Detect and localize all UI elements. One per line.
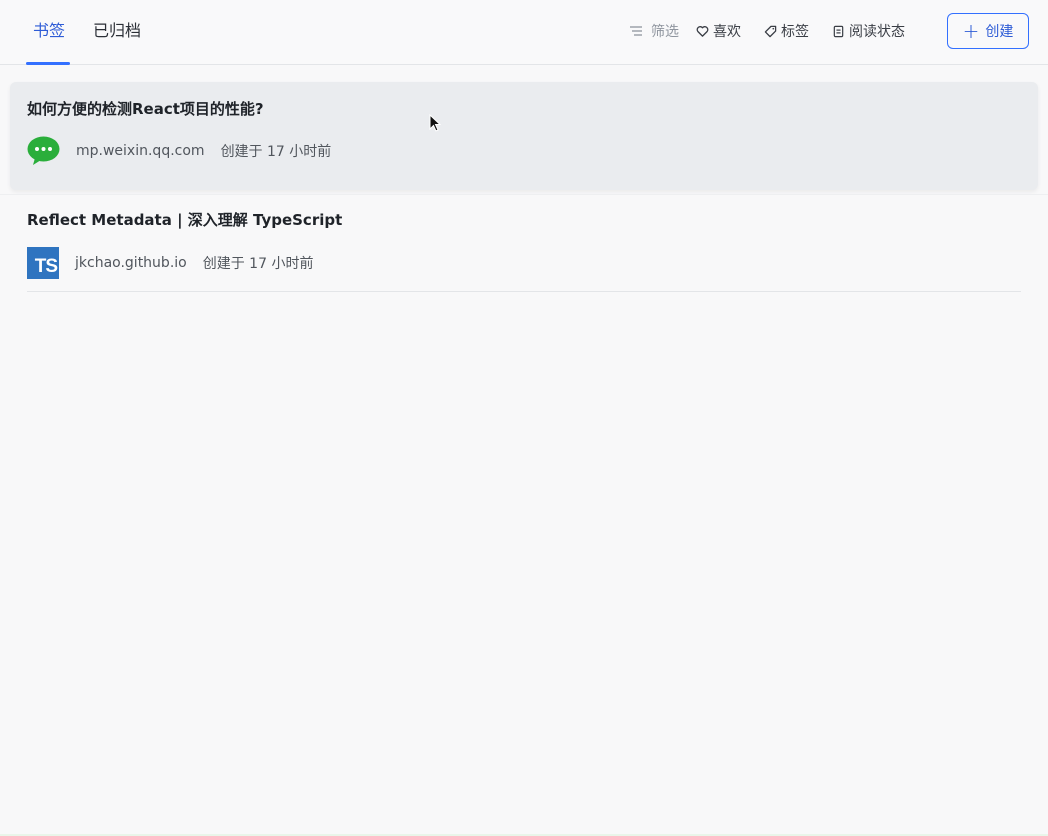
filter-button[interactable]: 筛选 (629, 21, 679, 41)
bookmark-domain: mp.weixin.qq.com (76, 143, 205, 159)
wechat-icon (27, 136, 60, 165)
divider (0, 194, 1048, 195)
mouse-cursor-icon (429, 114, 441, 132)
bookmark-item[interactable]: Reflect Metadata | 深入理解 TypeScript TS jk… (10, 196, 1038, 292)
document-icon (833, 25, 844, 37)
bookmark-created-time: 创建于 17 小时前 (220, 144, 332, 160)
like-label: 喜欢 (713, 24, 741, 40)
tag-label: 标签 (781, 24, 809, 40)
heart-icon (696, 25, 709, 37)
tab-archived[interactable]: 已归档 (93, 20, 141, 42)
tag-button[interactable]: 标签 (764, 21, 809, 41)
top-bar: 书签 已归档 筛选 喜欢 标签 阅读状态 + 创建 (0, 0, 1048, 65)
filter-label: 筛选 (651, 24, 679, 40)
bookmark-title[interactable]: 如何方便的检测React项目的性能? (27, 98, 264, 119)
bookmark-domain: jkchao.github.io (75, 255, 187, 271)
bookmark-meta: TS jkchao.github.io 创建于 17 小时前 (27, 247, 313, 279)
active-tab-indicator (26, 62, 70, 65)
bookmark-title[interactable]: Reflect Metadata | 深入理解 TypeScript (27, 209, 342, 230)
create-button[interactable]: + 创建 (947, 13, 1029, 49)
read-status-label: 阅读状态 (849, 24, 905, 40)
tag-icon (764, 25, 777, 37)
typescript-icon: TS (27, 247, 59, 279)
tab-bookmarks[interactable]: 书签 (33, 20, 65, 42)
bookmark-created-time: 创建于 17 小时前 (202, 256, 314, 272)
read-status-button[interactable]: 阅读状态 (832, 21, 905, 41)
bookmark-item[interactable]: 如何方便的检测React项目的性能? mp.weixin.qq.com 创建于 … (10, 82, 1038, 190)
plus-icon: + (962, 19, 980, 43)
create-label: 创建 (985, 24, 1014, 40)
bookmark-meta: mp.weixin.qq.com 创建于 17 小时前 (27, 135, 331, 167)
list-divider (27, 291, 1021, 292)
filter-icon (630, 26, 642, 36)
like-button[interactable]: 喜欢 (696, 21, 741, 41)
